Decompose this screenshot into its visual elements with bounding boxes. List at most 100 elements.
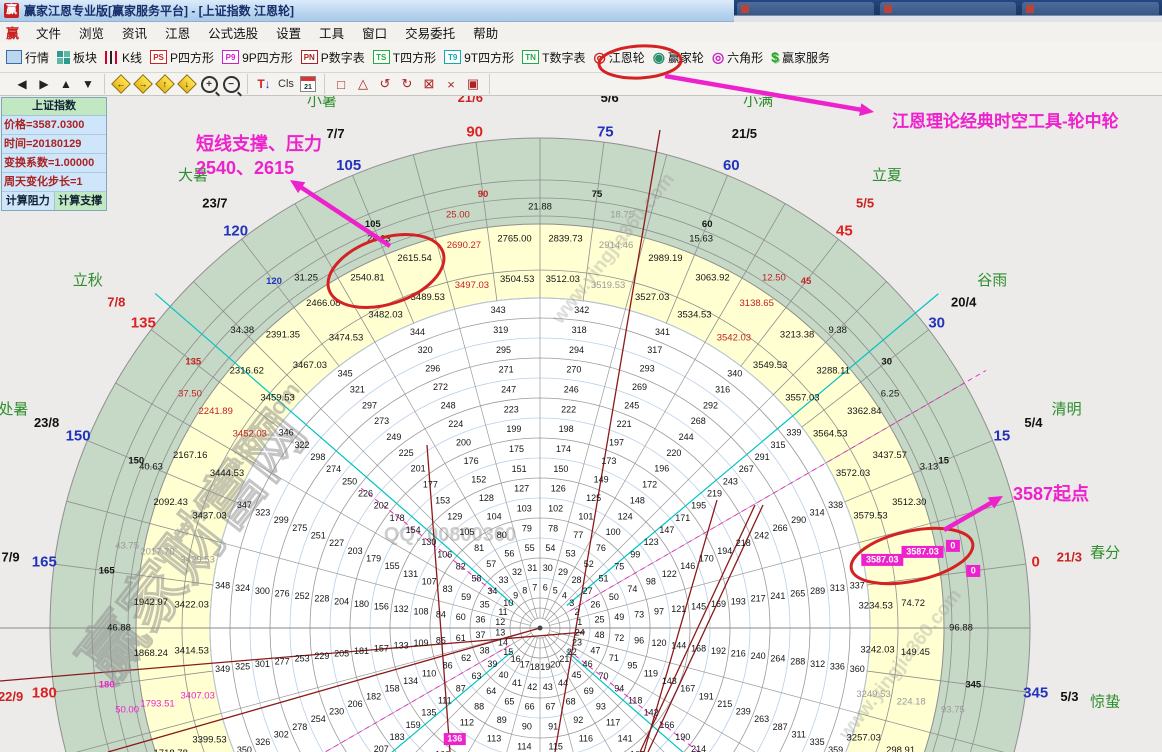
svg-text:55: 55 [525,543,535,553]
letter-box-icon: PN [301,50,318,64]
toolbar-button-江恩轮[interactable]: ◎江恩轮 [593,49,644,66]
menu-item-0[interactable]: 文件 [27,21,70,44]
calc-support-button[interactable]: 计算支撑 [55,192,107,210]
svg-text:0: 0 [950,540,955,550]
zoom-out-button[interactable]: − [221,74,241,94]
toolbar-button-板块[interactable]: 板块 [57,49,97,66]
menu-item-2[interactable]: 资讯 [113,21,156,44]
select-shape-button[interactable]: ▣ [463,74,483,94]
svg-text:2241.89: 2241.89 [199,406,233,417]
svg-text:34.38: 34.38 [230,325,254,336]
delete-shape-button[interactable]: × [441,74,461,94]
svg-text:89: 89 [497,715,507,725]
pan-up-button[interactable]: ↑ [155,74,175,94]
pan-right-button[interactable]: → [133,74,153,94]
svg-text:159: 159 [406,720,421,730]
toolbar-button-行情[interactable]: 行情 [6,49,49,66]
toolbar-button-P数字表[interactable]: PNP数字表 [301,49,365,66]
svg-text:22: 22 [567,647,577,657]
clear-box-button[interactable]: ⊠ [419,74,439,94]
svg-text:175: 175 [509,444,524,454]
svg-text:2017.70: 2017.70 [140,546,174,557]
toolbar-button-六角形[interactable]: ◎六角形 [712,49,763,66]
rotate-cw-button[interactable]: ↻ [397,74,417,94]
toolbar-button-赢家轮[interactable]: ◉赢家轮 [653,49,704,66]
menu-item-8[interactable]: 交易委托 [396,21,464,44]
svg-text:3587.03: 3587.03 [906,546,939,556]
t-sort-button[interactable]: T↓ [254,74,274,94]
titlebar: 赢 赢家江恩专业版[赢家服务平台] - [上证指数 江恩轮] [0,0,734,22]
pan-down-button[interactable]: ↓ [177,74,197,94]
svg-text:3512.30: 3512.30 [892,497,926,508]
svg-text:311: 311 [792,730,806,740]
back-button[interactable]: ◀ [12,74,32,94]
toolbar-button-赢家服务[interactable]: $赢家服务 [771,49,830,66]
cls-button[interactable]: Cls [276,74,296,94]
menu-item-4[interactable]: 公式选股 [199,21,267,44]
svg-text:28.13: 28.13 [367,234,391,245]
toolbar-button-label: T数字表 [542,49,585,66]
svg-text:46: 46 [583,659,593,669]
svg-text:252: 252 [295,591,310,601]
svg-text:148: 148 [630,495,645,505]
calc-resistance-button[interactable]: 计算阻力 [2,192,55,210]
svg-text:180: 180 [32,684,57,701]
menu-item-7[interactable]: 窗口 [353,21,396,44]
svg-text:49: 49 [614,612,624,622]
menu-item-3[interactable]: 江恩 [156,21,199,44]
svg-text:13: 13 [495,628,505,638]
svg-text:3557.03: 3557.03 [785,392,819,403]
svg-text:18.75: 18.75 [610,210,634,221]
toolbar-button-P四方形[interactable]: PSP四方形 [150,49,214,66]
svg-text:45: 45 [571,670,581,680]
svg-text:108: 108 [413,607,428,617]
svg-text:201: 201 [411,464,426,474]
svg-text:3527.03: 3527.03 [635,292,669,303]
menu-item-9[interactable]: 帮助 [464,21,507,44]
svg-text:312: 312 [810,659,825,669]
svg-text:春分: 春分 [1090,545,1120,562]
toolbar-button-K线[interactable]: K线 [105,49,142,66]
toolbar-button-T数字表[interactable]: TNT数字表 [522,49,585,66]
svg-text:3512.03: 3512.03 [546,274,580,285]
calendar-button[interactable]: 21 [298,74,318,94]
svg-text:172: 172 [642,480,657,490]
svg-text:2615.54: 2615.54 [397,253,431,264]
svg-text:276: 276 [275,588,290,598]
toolbar-button-T四方形[interactable]: TST四方形 [373,49,436,66]
svg-text:346: 346 [279,428,294,438]
menu-item-1[interactable]: 浏览 [70,21,113,44]
rotate-ccw-button[interactable]: ↺ [375,74,395,94]
svg-text:323: 323 [255,508,270,518]
toolbar-button-9P四方形[interactable]: P99P四方形 [222,49,293,66]
svg-text:116: 116 [579,733,593,743]
step-up-button[interactable]: ▲ [56,74,76,94]
svg-text:166: 166 [659,720,674,730]
toolbar-button-9T四方形[interactable]: T99T四方形 [444,49,514,66]
pan-left-button[interactable]: ← [111,74,131,94]
svg-text:54: 54 [545,543,555,553]
step-down-button[interactable]: ▼ [78,74,98,94]
svg-text:3242.03: 3242.03 [860,645,894,656]
draw-square-button[interactable]: □ [331,74,351,94]
menu-item-5[interactable]: 设置 [267,21,310,44]
svg-text:63: 63 [471,671,481,681]
svg-text:202: 202 [374,501,389,511]
zoom-in-button[interactable]: + [199,74,219,94]
svg-text:271: 271 [499,365,514,375]
gann-wheel-chart[interactable]: 赢家财富网www.yingjia360.comwww.yingjia360.co… [0,0,1162,752]
svg-text:114: 114 [517,741,531,751]
svg-text:45: 45 [801,276,812,287]
svg-text:289: 289 [810,586,825,596]
svg-text:345: 345 [1023,684,1048,701]
menu-item-6[interactable]: 工具 [310,21,353,44]
svg-text:3213.38: 3213.38 [780,329,814,340]
main-toolbar: 行情板块 K线 PSP四方形 P99P四方形 PNP数字表 TST四方形 T99T四方形 TN… [0,42,1162,73]
svg-text:3437.03: 3437.03 [192,510,226,521]
forward-button[interactable]: ▶ [34,74,54,94]
letter-box-icon: PS [150,50,167,64]
draw-triangle-button[interactable]: △ [353,74,373,94]
svg-text:17: 17 [520,659,530,669]
svg-text:5/3: 5/3 [1060,689,1078,704]
toolbar-button-label: T四方形 [393,49,436,66]
